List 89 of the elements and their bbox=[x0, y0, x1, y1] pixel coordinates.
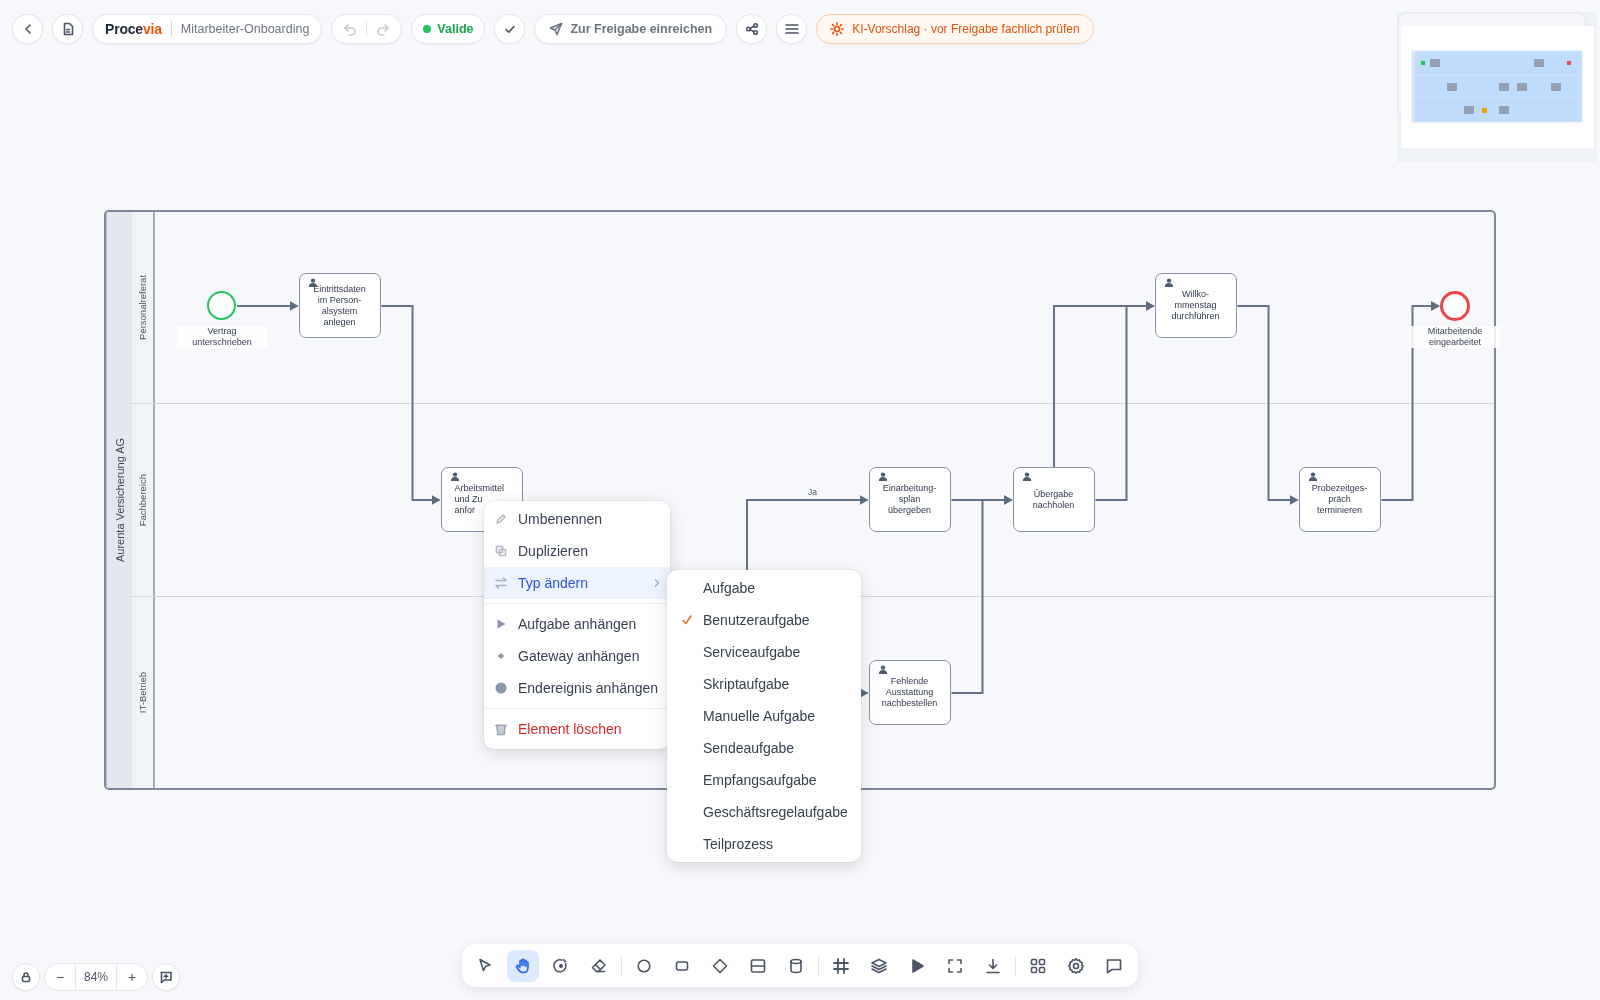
zoom-out-button[interactable]: − bbox=[45, 964, 75, 990]
chevron-right-icon bbox=[654, 579, 660, 587]
event-label: Mitarbeitende eingearbeitet bbox=[1410, 326, 1500, 348]
settings-icon bbox=[1067, 956, 1085, 975]
menu-item[interactable]: Teilprozess bbox=[667, 828, 861, 860]
minimap[interactable] bbox=[1397, 12, 1597, 162]
add-comment-icon bbox=[159, 970, 174, 984]
pencil-icon bbox=[494, 512, 508, 526]
task-node[interactable]: Fehlende Ausstattung nachbestellen bbox=[868, 660, 951, 725]
ai-suggestion-button[interactable]: KI-Vorschlag · vor Freigabe fachlich prüfen bbox=[816, 14, 1094, 44]
document-title: Mitarbeiter-Onboarding bbox=[180, 22, 310, 36]
download-icon bbox=[984, 956, 1002, 975]
eraser-icon bbox=[590, 956, 608, 975]
flow-label: Ja bbox=[806, 487, 819, 497]
person-icon bbox=[1163, 278, 1174, 287]
menu-button[interactable] bbox=[776, 14, 808, 44]
lock-icon bbox=[20, 971, 32, 983]
menu-item[interactable]: Endereignis anhängen bbox=[484, 672, 670, 704]
grid-icon bbox=[832, 956, 850, 975]
menu-item[interactable]: Serviceaufgabe bbox=[667, 636, 861, 668]
undo-icon bbox=[343, 22, 358, 36]
filled-circle-icon bbox=[494, 681, 508, 695]
cylinder-icon bbox=[787, 956, 805, 975]
lane-icon bbox=[749, 956, 767, 975]
sequence-flow bbox=[236, 301, 299, 311]
lane-label: Personalreferat bbox=[137, 275, 148, 341]
submit-button[interactable]: Zur Freigabe einreichen bbox=[534, 14, 728, 44]
sun-icon bbox=[830, 22, 845, 36]
diamond-icon bbox=[711, 956, 729, 975]
menu-item[interactable]: Sendeaufgabe bbox=[667, 732, 861, 764]
task-label: Eintrittsdaten im Person- alsystem anlegen bbox=[313, 283, 366, 328]
layers-icon bbox=[870, 956, 888, 975]
menu-item[interactable]: Element löschen bbox=[484, 713, 670, 745]
logo: Procevia bbox=[105, 21, 162, 37]
menu-item[interactable]: Manuelle Aufgabe bbox=[667, 700, 861, 732]
add-comment-button[interactable] bbox=[152, 963, 181, 991]
zoom-in-button[interactable]: + bbox=[117, 964, 148, 990]
duplicate-icon bbox=[494, 544, 508, 558]
person-icon bbox=[1307, 472, 1318, 481]
task-node[interactable]: Übergabe nachholen bbox=[1012, 467, 1095, 532]
lasso-icon bbox=[552, 956, 570, 975]
lane-label: IT-Betrieb bbox=[137, 671, 148, 713]
apps-icon bbox=[1029, 956, 1047, 975]
lock-button[interactable] bbox=[12, 963, 40, 991]
swap-arrows-icon bbox=[494, 576, 508, 590]
fullscreen-icon bbox=[946, 956, 964, 975]
trash-icon bbox=[494, 722, 508, 736]
back-button[interactable] bbox=[12, 14, 43, 44]
person-icon bbox=[877, 472, 888, 481]
menu-item[interactable]: Skriptaufgabe bbox=[667, 668, 861, 700]
menu-icon bbox=[783, 22, 800, 36]
document-button[interactable] bbox=[52, 14, 83, 44]
pool-label: Aurenta Versicherung AG bbox=[106, 212, 132, 788]
task-label: Übergabe nachholen bbox=[1032, 488, 1075, 511]
task-label: Willko- mmenstag durchführen bbox=[1171, 289, 1220, 322]
speech-bubble-icon bbox=[1105, 956, 1123, 975]
menu-item[interactable]: Geschäftsregelaufgabe bbox=[667, 796, 861, 828]
task-node[interactable]: Willko- mmenstag durchführen bbox=[1154, 273, 1237, 338]
hand-tool[interactable] bbox=[507, 949, 539, 982]
task-label: Probezeitges- präch terminieren bbox=[1311, 483, 1368, 516]
redo-icon bbox=[376, 22, 391, 36]
task-label: Einarbeitung- splan übergeben bbox=[882, 483, 937, 516]
hand-icon bbox=[514, 956, 532, 975]
check-button[interactable] bbox=[494, 14, 526, 44]
menu-item[interactable]: Typ ändern bbox=[484, 567, 670, 599]
validation-status: Valide bbox=[411, 14, 486, 44]
person-icon bbox=[1021, 472, 1032, 481]
checkmark-icon bbox=[681, 614, 693, 626]
menu-item[interactable]: Gateway anhängen bbox=[484, 640, 670, 672]
lane-label: Fachbereich bbox=[137, 473, 148, 527]
task-label: Fehlende Ausstattung nachbestellen bbox=[881, 676, 938, 709]
person-icon bbox=[307, 278, 318, 287]
person-icon bbox=[877, 665, 888, 674]
zoom-level: 84% bbox=[75, 964, 118, 990]
share-button[interactable] bbox=[736, 14, 768, 44]
share-icon bbox=[744, 22, 759, 36]
task-node[interactable]: Einarbeitung- splan übergeben bbox=[868, 467, 951, 532]
play-triangle-icon bbox=[494, 617, 508, 631]
menu-item[interactable]: Empfangsaufgabe bbox=[667, 764, 861, 796]
person-icon bbox=[449, 472, 460, 481]
task-node[interactable]: Eintrittsdaten im Person- alsystem anlegen bbox=[298, 273, 381, 338]
task-node[interactable]: Probezeitges- präch terminieren bbox=[1298, 467, 1381, 532]
event-label: Vertrag unterschrieben bbox=[177, 326, 267, 348]
menu-item[interactable]: Duplizieren bbox=[484, 535, 670, 567]
send-icon bbox=[549, 22, 564, 36]
menu-item[interactable]: Aufgabe anhängen bbox=[484, 608, 670, 640]
menu-item[interactable]: Aufgabe bbox=[667, 572, 861, 604]
circle-icon bbox=[635, 956, 653, 975]
menu-item[interactable]: Benutzeraufgabe bbox=[667, 604, 861, 636]
